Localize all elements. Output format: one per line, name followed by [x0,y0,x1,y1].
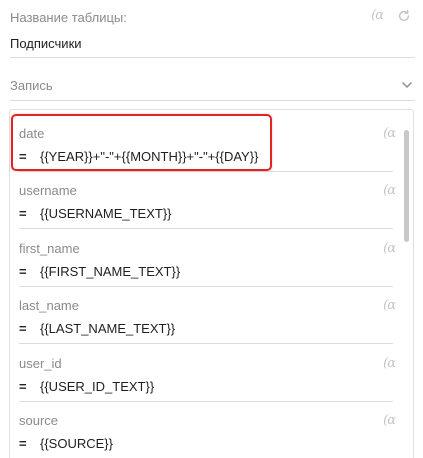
insert-variable-icon[interactable]: (α [383,413,396,428]
field-row: last_name (α = {{LAST_NAME_TEXT}} [19,293,396,349]
field-value-input[interactable]: {{USER_ID_TEXT}} [40,379,154,394]
insert-variable-icon[interactable]: (α [371,8,384,23]
field-value-input[interactable]: {{YEAR}}+"-"+{{MONTH}}+"-"+{{DAY}} [40,149,258,164]
divider [10,100,415,101]
insert-variable-icon[interactable]: (α [383,183,396,198]
field-underline [19,171,393,172]
field-operator: = [19,149,27,164]
field-underline [19,401,393,402]
insert-variable-icon[interactable]: (α [383,241,396,256]
table-name-input[interactable]: Подписчики [10,36,82,51]
field-name: date [19,126,45,141]
field-name: first_name [19,241,80,256]
table-name-actions: (α [371,8,411,23]
field-operator: = [19,436,27,451]
field-row: date (α = {{YEAR}}+"-"+{{MONTH}}+"-"+{{D… [19,121,396,177]
field-operator: = [19,321,27,336]
insert-variable-icon[interactable]: (α [383,298,396,313]
field-value-input[interactable]: {{SOURCE}} [40,436,113,451]
field-operator: = [19,206,27,221]
field-operator: = [19,264,27,279]
field-name: last_name [19,298,79,313]
field-row: user_id (α = {{USER_ID_TEXT}} [19,351,396,407]
field-row: first_name (α = {{FIRST_NAME_TEXT}} [19,236,396,292]
record-fields-panel: date (α = {{YEAR}}+"-"+{{MONTH}}+"-"+{{D… [9,109,414,458]
field-value-input[interactable]: {{USERNAME_TEXT}} [40,206,172,221]
record-section-label: Запись [10,77,53,93]
insert-variable-icon[interactable]: (α [383,126,396,141]
field-underline [19,286,393,287]
field-name: username [19,183,77,198]
field-name: user_id [19,356,62,371]
field-value-input[interactable]: {{LAST_NAME_TEXT}} [40,321,175,336]
field-row: username (α = {{USERNAME_TEXT}} [19,178,396,234]
field-value-input[interactable]: {{FIRST_NAME_TEXT}} [40,264,180,279]
insert-variable-icon[interactable]: (α [383,356,396,371]
record-section-toggle[interactable]: Запись [10,74,413,96]
field-row: source (α = {{SOURCE}} [19,408,396,458]
table-name-label: Название таблицы: [10,10,127,25]
divider [10,57,415,58]
field-underline [19,343,393,344]
field-underline [19,228,393,229]
field-operator: = [19,379,27,394]
refresh-icon[interactable] [397,9,411,23]
scrollbar-thumb[interactable] [404,130,409,242]
field-name: source [19,413,59,428]
chevron-down-icon[interactable] [401,79,413,91]
